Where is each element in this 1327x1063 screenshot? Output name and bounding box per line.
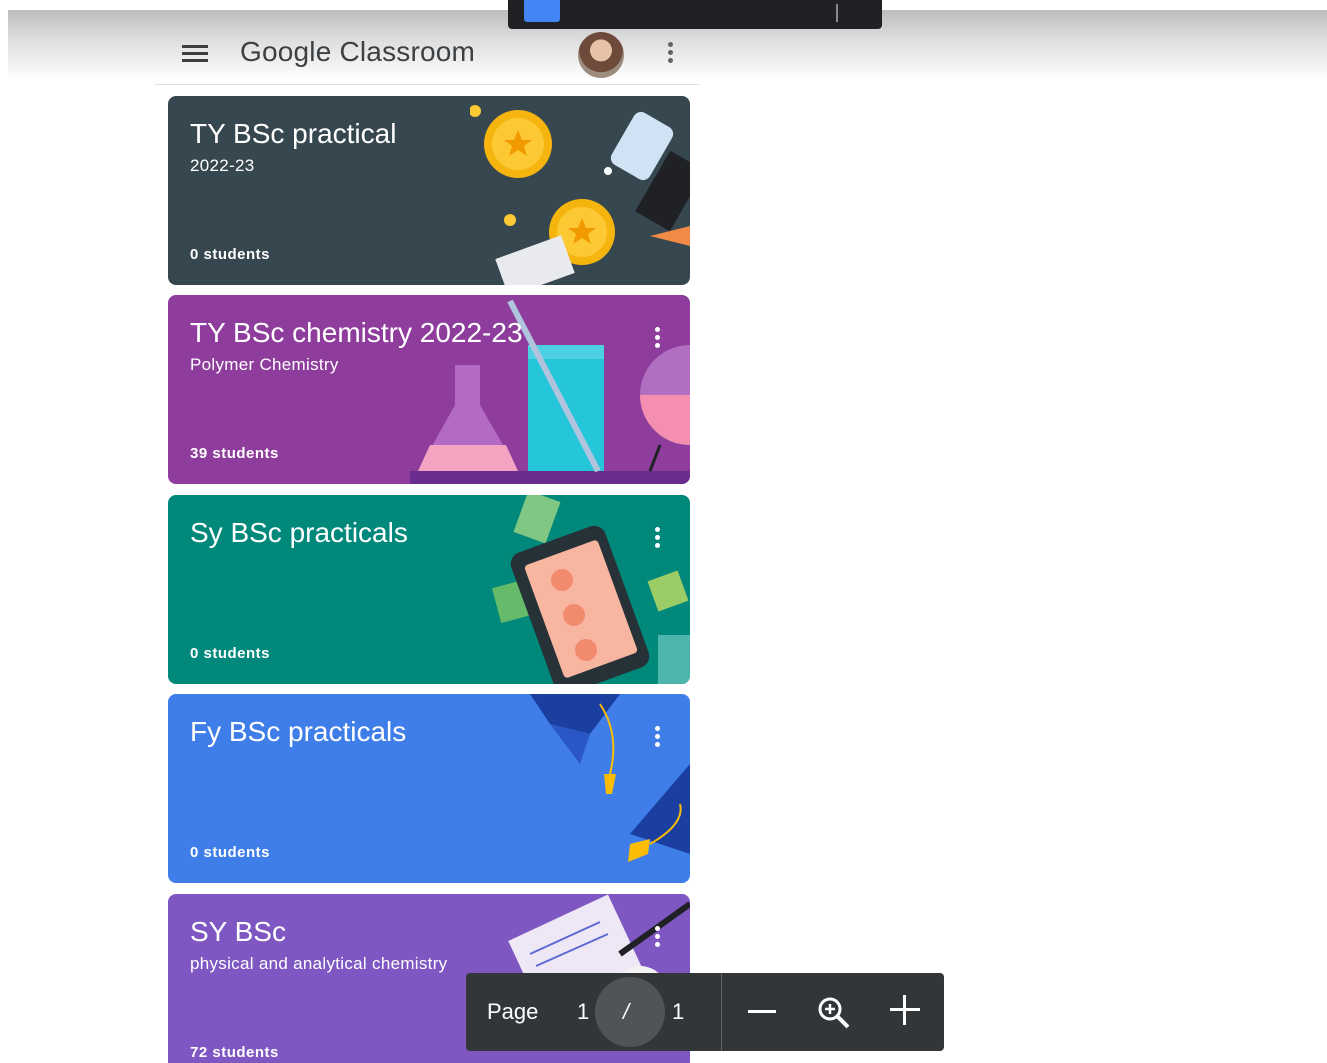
more-vert-icon[interactable] bbox=[668, 42, 674, 68]
course-subtitle: physical and analytical chemistry bbox=[190, 954, 448, 973]
course-title[interactable]: SY BSc bbox=[190, 916, 286, 948]
page-indicator-highlight bbox=[595, 977, 665, 1047]
course-more-icon[interactable] bbox=[655, 327, 661, 353]
tab-divider bbox=[836, 4, 838, 22]
course-card-ty-bsc-chemistry[interactable]: TY BSc chemistry 2022-23 Polymer Chemist… bbox=[168, 295, 690, 484]
student-count: 0 students bbox=[190, 844, 271, 861]
course-title[interactable]: Fy BSc practicals bbox=[190, 716, 406, 748]
toolbar-divider bbox=[721, 973, 722, 1051]
course-card-sy-bsc-practicals[interactable]: Sy BSc practicals 0 students bbox=[168, 495, 690, 684]
document-icon bbox=[524, 0, 560, 22]
course-subtitle: Polymer Chemistry bbox=[190, 355, 339, 374]
page-total: 1 bbox=[672, 999, 685, 1024]
page-number-input[interactable]: 1 bbox=[577, 999, 589, 1025]
phone-illustration bbox=[491, 495, 690, 684]
hamburger-menu-icon[interactable] bbox=[182, 45, 208, 63]
pdf-toolbar: Page 1 / 1 bbox=[466, 973, 944, 1051]
course-title[interactable]: TY BSc chemistry 2022-23 bbox=[190, 317, 523, 349]
coins-illustration bbox=[470, 105, 690, 285]
avatar[interactable] bbox=[578, 32, 624, 78]
app-header: Google Classroom bbox=[155, 24, 700, 85]
student-count: 72 students bbox=[190, 1044, 279, 1061]
course-card-ty-bsc-practical[interactable]: TY BSc practical 2022-23 0 students bbox=[168, 96, 690, 285]
page-separator: / bbox=[623, 999, 630, 1024]
zoom-magnifier-icon[interactable] bbox=[816, 995, 852, 1031]
course-subtitle: 2022-23 bbox=[190, 156, 255, 175]
course-title[interactable]: TY BSc practical bbox=[190, 118, 396, 150]
student-count: 0 students bbox=[190, 645, 271, 662]
course-card-fy-bsc-practicals[interactable]: Fy BSc practicals 0 students bbox=[168, 694, 690, 883]
course-title[interactable]: Sy BSc practicals bbox=[190, 517, 408, 549]
course-more-icon[interactable] bbox=[655, 726, 661, 752]
plus-icon[interactable] bbox=[890, 995, 920, 1025]
course-more-icon[interactable] bbox=[655, 926, 661, 952]
student-count: 39 students bbox=[190, 445, 279, 462]
student-count: 0 students bbox=[190, 246, 271, 263]
app-title: Google Classroom bbox=[240, 36, 476, 67]
page-label: Page bbox=[487, 999, 539, 1024]
course-more-icon[interactable] bbox=[655, 527, 661, 553]
minus-icon[interactable] bbox=[748, 1010, 776, 1013]
graduation-caps-illustration bbox=[530, 694, 690, 862]
